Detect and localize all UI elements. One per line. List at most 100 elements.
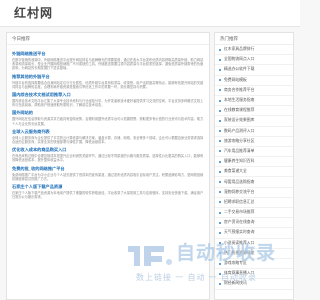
sidebar-item[interactable]: 全国物流网点入口 xyxy=(215,55,293,66)
sidebar-item-label: 精选办公软件下载 xyxy=(224,67,255,72)
sidebar-item[interactable]: 免费网站模板 xyxy=(215,76,293,86)
bullet-icon xyxy=(219,252,221,255)
bullet-icon xyxy=(219,181,221,184)
article-summary: 石家庄个人版下载产品资源为本地用户提供了便捷的软件获取途径，平台收录了大量常用工… xyxy=(12,191,204,200)
article-summary: 在数字营销的浪潮中，外链网络推送平台提升网站排名与品牌曝光的重要渠道，通过在各大… xyxy=(12,58,204,71)
bullet-icon xyxy=(219,48,221,51)
article-title[interactable]: 国内综合技术文档试用推荐入口 xyxy=(12,92,204,98)
sidebar-item-label: 母婴用品选购指南 xyxy=(224,179,255,184)
article-title[interactable]: 国外网站的 xyxy=(12,110,204,116)
sidebar-item[interactable]: 数码产品测评入口 xyxy=(215,127,293,137)
bullet-icon xyxy=(219,170,221,173)
article-summary: 外链平台的选择需要结合自身网站定位与行业属性，优质外链平台具有权重高、收录快、用… xyxy=(12,80,204,89)
sidebar-item[interactable]: 红木家具品牌排行 xyxy=(215,45,293,56)
sidebar-item-label: 免费网站模板 xyxy=(224,77,247,82)
sidebar-item-label: 二手交易市场推荐 xyxy=(224,210,255,215)
sidebar-item[interactable]: 汽车用品推荐清单 xyxy=(215,147,293,158)
bullet-icon xyxy=(219,109,221,112)
sidebar-list: 红木家具品牌排行全国物流网点入口 精选办公软件下载 免费网站模板商务合作推荐平台本地… xyxy=(215,45,293,290)
bullet-icon xyxy=(219,79,221,82)
bullet-icon xyxy=(219,221,221,224)
article-title[interactable]: 石家庄个人版下载产品资源 xyxy=(12,184,204,190)
site-logo[interactable]: 红村网 xyxy=(14,4,53,21)
sidebar-item[interactable]: 财经新闻快讯 xyxy=(215,279,293,290)
article-title[interactable]: 全球入云服务商列表 xyxy=(12,129,204,135)
article-item: 全球入云服务商列表 全球入云服务商为企业提供了丰富的云计算资源与解决方案，涵盖计… xyxy=(12,129,204,144)
sidebar-item[interactable]: 天气预报实时查询 xyxy=(215,228,293,239)
sidebar-item-label: 红木家具品牌排行 xyxy=(224,47,255,52)
sidebar-item[interactable]: 母婴用品选购指南 xyxy=(215,177,293,188)
sidebar-item-label: 在线教育课程推荐 xyxy=(224,108,255,113)
article-item: 石家庄个人版下载产品资源 石家庄个人版下载产品资源为本地用户提供了便捷的软件获取… xyxy=(12,184,204,199)
sidebar-item[interactable]: 房产资讯在线查询 xyxy=(215,218,293,229)
sidebar-item-label: 财经新闻快讯 xyxy=(224,281,247,286)
bullet-icon xyxy=(219,119,221,122)
sidebar-item-label: 宠物饲养交流平台 xyxy=(224,189,255,194)
sidebar-item-label: 本地生活服务指南 xyxy=(224,98,255,103)
sidebar-item-label: 家装设计效果图库 xyxy=(224,118,255,123)
article-summary: 国内综合技术文档平台汇集了大量专业技术资料与行业经验分享，为开发者和技术爱好者提… xyxy=(12,99,204,108)
article-item: 国外网站的 国外网站在信息获取与资源共享方面具有独特优势，合理利用国外优质平台可… xyxy=(12,110,204,125)
main-header: 今日推荐 xyxy=(7,33,209,45)
main-content: 今日推荐 外链网络推送平台 在数字营销的浪潮中，外链网络推送平台提升网站排名与品… xyxy=(6,32,210,300)
sidebar-item-label: 数码产品测评入口 xyxy=(224,128,255,133)
sidebar: 热门推荐 红木家具品牌排行全国物流网点入口 精选办公软件下载 免费网站模板商务合作推… xyxy=(214,32,294,300)
bullet-icon xyxy=(219,150,221,153)
sidebar-item[interactable]: 在线教育课程推荐 xyxy=(215,106,293,117)
sidebar-item[interactable]: 精选办公软件下载 xyxy=(215,65,293,76)
bullet-icon xyxy=(219,160,221,163)
bullet-icon xyxy=(219,191,221,194)
sidebar-item-label: 体育赛事直播入口 xyxy=(224,271,255,276)
sidebar-item[interactable]: 宠物饲养交流平台 xyxy=(215,188,293,198)
bullet-icon xyxy=(219,140,221,143)
bullet-icon xyxy=(219,211,221,214)
sidebar-item-label: 小说阅读推荐入口 xyxy=(224,240,255,245)
bullet-icon xyxy=(219,201,221,204)
sidebar-header: 热门推荐 xyxy=(215,33,293,45)
article-item: 国内综合技术文档试用推荐入口 国内综合技术文档平台汇集了大量专业技术资料与行业经… xyxy=(12,92,204,107)
bullet-icon xyxy=(219,89,221,92)
article-summary: 全球入云服务商为企业提供了丰富的云计算资源与解决方案，涵盖计算、存储、网络、安全… xyxy=(12,135,204,145)
sidebar-item-label: 热门影视资源导航 xyxy=(224,250,255,255)
sidebar-item[interactable]: 本地生活服务指南 xyxy=(215,96,293,107)
sidebar-item-label: 健康养生知识百科 xyxy=(224,159,255,164)
bullet-icon xyxy=(219,231,221,234)
sidebar-item[interactable]: 游戏攻略专区 xyxy=(215,259,293,270)
sidebar-item[interactable]: 健康养生知识百科 xyxy=(215,157,293,168)
bullet-icon xyxy=(219,99,221,102)
sidebar-item[interactable]: 美食菜谱大全 xyxy=(215,167,293,178)
article-list: 外链网络推送平台 在数字营销的浪潮中，外链网络推送平台提升网站排名与品牌曝光的重… xyxy=(7,45,209,199)
article-item: 外链网络推送平台 在数字营销的浪潮中，外链网络推送平台提升网站排名与品牌曝光的重… xyxy=(12,51,204,71)
sidebar-item-label: 招聘求职信息汇总 xyxy=(224,199,255,204)
sidebar-item[interactable]: 招聘求职信息汇总 xyxy=(215,198,293,208)
bullet-icon xyxy=(219,242,221,245)
article-item: 优化收入成本的商品购买入口 在商品采购过程中合理控制成本是提升企业利润的关键环节… xyxy=(12,147,204,162)
sidebar-item-label: 房产资讯在线查询 xyxy=(224,220,255,225)
bullet-icon xyxy=(219,282,221,285)
article-title[interactable]: 优化收入成本的商品购买入口 xyxy=(12,147,204,153)
sidebar-item[interactable]: 家装设计效果图库 xyxy=(215,116,293,127)
article-summary: 在商品采购过程中合理控制成本是提升企业利润的关键环节，通过比较不同渠道的价格与服… xyxy=(12,154,204,163)
sidebar-item[interactable]: 旅游攻略分享社区 xyxy=(215,137,293,147)
sidebar-item[interactable]: 体育赛事直播入口 xyxy=(215,269,293,280)
top-bar: 红村网 xyxy=(0,0,300,27)
bullet-icon xyxy=(219,130,221,133)
article-summary: 国外网站在信息获取与资源共享方面具有独特优势，合理利用国外优质平台可以拓展视野，… xyxy=(12,117,204,126)
sidebar-item-label: 汽车用品推荐清单 xyxy=(224,148,255,153)
bullet-icon xyxy=(219,262,221,265)
sidebar-item[interactable]: 商务合作推荐平台 xyxy=(215,86,293,96)
sidebar-item[interactable]: 小说阅读推荐入口 xyxy=(215,239,293,249)
article-title[interactable]: 免费的批_收的网络推广平台 xyxy=(12,166,204,172)
bullet-icon xyxy=(219,68,221,71)
sidebar-item[interactable]: 热门影视资源导航 xyxy=(215,249,293,259)
article-item: 推荐其他的外链平台 外链平台的选择需要结合自身网站定位与行业属性，优质外链平台具… xyxy=(12,74,204,89)
sidebar-item-label: 美食菜谱大全 xyxy=(224,169,247,174)
bullet-icon xyxy=(219,272,221,275)
sidebar-item-label: 游戏攻略专区 xyxy=(224,261,247,266)
sidebar-item[interactable]: 二手交易市场推荐 xyxy=(215,208,293,219)
sidebar-item-label: 天气预报实时查询 xyxy=(224,230,255,235)
article-item: 免费的批_收的网络推广平台 免费网络推广平台为中小企业与个人站长提供了低成本的宣… xyxy=(12,166,204,181)
article-title[interactable]: 外链网络推送平台 xyxy=(12,51,204,57)
article-title[interactable]: 推荐其他的外链平台 xyxy=(12,74,204,80)
bullet-icon xyxy=(219,58,221,61)
